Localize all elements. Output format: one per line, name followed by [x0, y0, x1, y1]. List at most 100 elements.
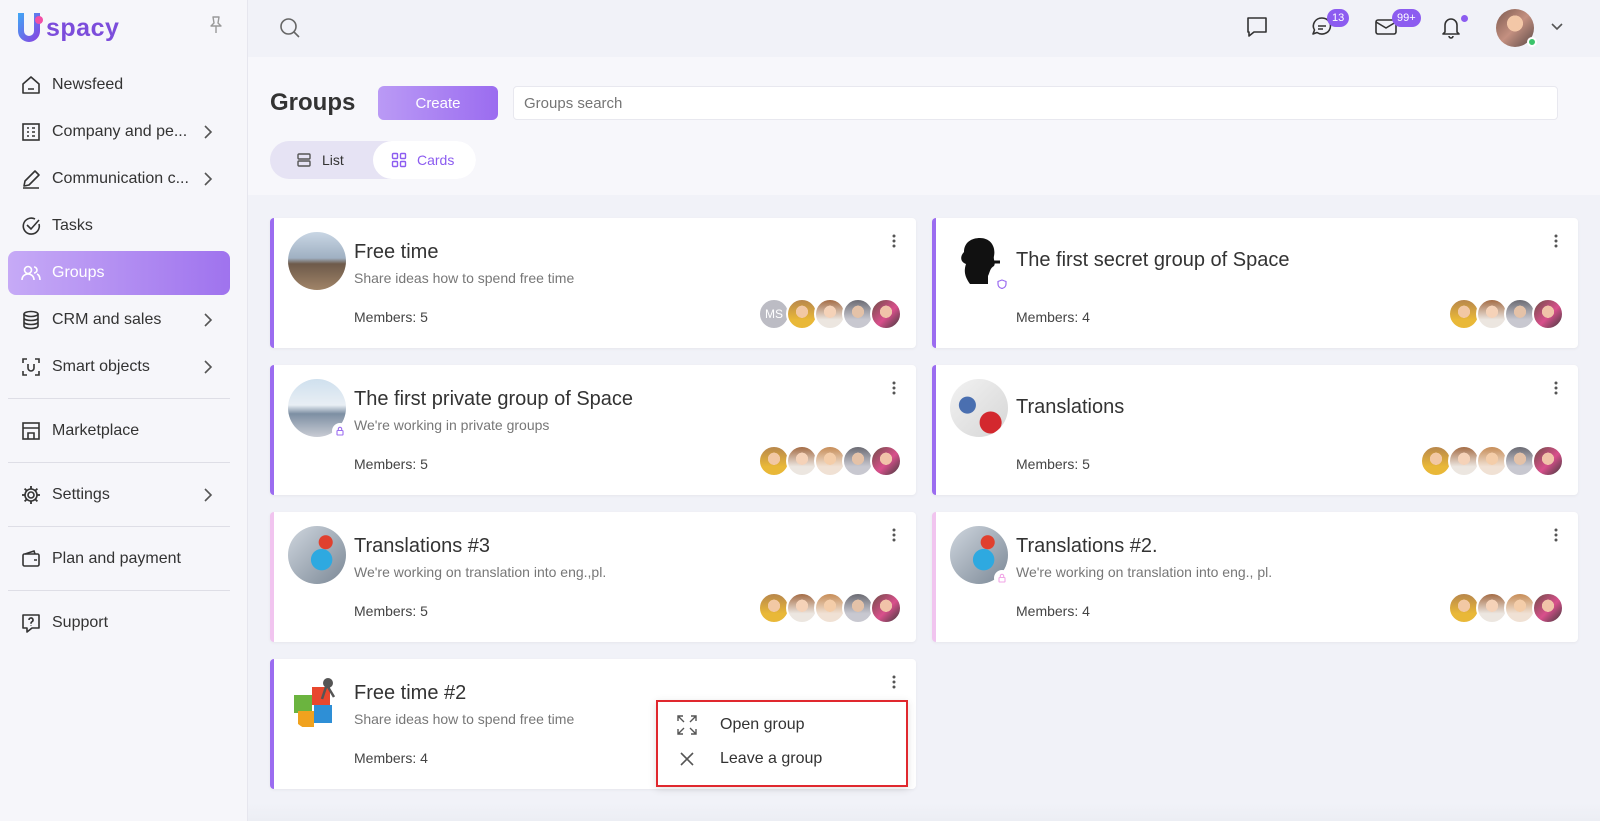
- sidebar-item-label: Company and pe...: [52, 123, 188, 140]
- member-avatars[interactable]: [758, 592, 902, 626]
- wallet-icon: [20, 548, 42, 570]
- gear-icon: [20, 484, 42, 506]
- sidebar-item-company[interactable]: Company and pe...: [8, 110, 230, 154]
- logo[interactable]: spacy: [14, 10, 119, 46]
- page-title: Groups: [270, 89, 356, 116]
- view-list-button[interactable]: List: [296, 141, 344, 179]
- group-title[interactable]: Translations #2.: [1016, 535, 1158, 558]
- messages-badge: 13: [1327, 9, 1350, 27]
- group-card[interactable]: Translations #2. We're working on transl…: [932, 512, 1578, 642]
- sidebar-nav: Newsfeed Company and pe... Communication…: [8, 63, 230, 648]
- group-members-count: Members: 4: [1016, 309, 1090, 325]
- member-avatars[interactable]: MS: [758, 298, 902, 332]
- expand-icon: [677, 715, 697, 735]
- group-card[interactable]: Translations #3 We're working on transla…: [270, 512, 916, 642]
- group-title[interactable]: Translations: [1016, 396, 1124, 419]
- logo-text: spacy: [46, 13, 120, 42]
- pin-icon[interactable]: [208, 16, 224, 34]
- group-description: Share ideas how to spend free time: [354, 711, 575, 727]
- sidebar-item-label: Newsfeed: [52, 76, 124, 93]
- users-icon: [20, 262, 42, 284]
- topbar: 13 99+: [248, 0, 1600, 57]
- member-avatar: [1532, 298, 1564, 330]
- group-members-count: Members: 5: [354, 456, 428, 472]
- online-status-dot: [1527, 37, 1537, 47]
- view-toggle: List Cards: [270, 141, 476, 179]
- sidebar-item-label: CRM and sales: [52, 311, 162, 328]
- bottom-shade: [248, 803, 1600, 821]
- sidebar-item-plan[interactable]: Plan and payment: [8, 537, 230, 581]
- sidebar: spacy Newsfeed Company and pe... Communi…: [0, 0, 248, 821]
- group-title[interactable]: The first secret group of Space: [1016, 249, 1289, 272]
- sidebar-item-label: Tasks: [52, 217, 93, 234]
- more-vertical-icon[interactable]: [886, 379, 902, 397]
- group-members-count: Members: 4: [1016, 603, 1090, 619]
- sidebar-item-communication[interactable]: Communication c...: [8, 157, 230, 201]
- group-card[interactable]: Translations Members: 5: [932, 365, 1578, 495]
- leave-group-menu-item[interactable]: Leave a group: [676, 747, 822, 771]
- open-group-menu-item[interactable]: Open group: [676, 713, 805, 737]
- lock-icon: [332, 423, 348, 439]
- more-vertical-icon[interactable]: [886, 232, 902, 250]
- group-description: We're working in private groups: [354, 417, 550, 433]
- member-avatars[interactable]: [1420, 445, 1564, 479]
- chevron-right-icon: [204, 360, 213, 374]
- view-list-label: List: [322, 152, 344, 168]
- sidebar-item-marketplace[interactable]: Marketplace: [8, 409, 230, 453]
- groups-search-input[interactable]: [513, 86, 1558, 120]
- chevron-right-icon: [204, 313, 213, 327]
- chat-icon[interactable]: [1244, 14, 1270, 40]
- lock-icon: [994, 570, 1010, 586]
- sidebar-item-groups[interactable]: Groups: [8, 251, 230, 295]
- group-title[interactable]: Translations #3: [354, 535, 490, 558]
- more-vertical-icon[interactable]: [886, 526, 902, 544]
- member-avatars[interactable]: [1448, 592, 1564, 626]
- sidebar-item-label: Smart objects: [52, 358, 150, 375]
- sidebar-divider: [8, 590, 230, 591]
- sidebar-item-smart-objects[interactable]: Smart objects: [8, 345, 230, 389]
- group-title[interactable]: Free time #2: [354, 682, 466, 705]
- member-avatars[interactable]: [1448, 298, 1564, 332]
- member-avatars[interactable]: [758, 445, 902, 479]
- create-button[interactable]: Create: [378, 86, 498, 120]
- more-vertical-icon[interactable]: [886, 673, 902, 691]
- member-avatar: [870, 298, 902, 330]
- group-members-count: Members: 5: [1016, 456, 1090, 472]
- group-card[interactable]: Free time Share ideas how to spend free …: [270, 218, 916, 348]
- group-members-count: Members: 5: [354, 603, 428, 619]
- chevron-right-icon: [204, 488, 213, 502]
- more-vertical-icon[interactable]: [1548, 526, 1564, 544]
- sidebar-item-label: Groups: [52, 264, 105, 281]
- member-avatar: [1532, 445, 1564, 477]
- sidebar-item-newsfeed[interactable]: Newsfeed: [8, 63, 230, 107]
- sidebar-item-label: Communication c...: [52, 170, 189, 187]
- scan-icon: [20, 356, 42, 378]
- group-context-menu: Open group Leave a group: [656, 700, 908, 787]
- group-avatar: [288, 232, 346, 290]
- group-card[interactable]: The first private group of Space We're w…: [270, 365, 916, 495]
- group-title[interactable]: Free time: [354, 241, 438, 264]
- group-description: We're working on translation into eng.,p…: [354, 564, 607, 580]
- more-vertical-icon[interactable]: [1548, 379, 1564, 397]
- chevron-down-icon[interactable]: [1550, 20, 1564, 34]
- sidebar-item-label: Marketplace: [52, 422, 140, 439]
- sidebar-item-support[interactable]: Support: [8, 601, 230, 645]
- search-icon[interactable]: [278, 16, 302, 40]
- group-avatar: [950, 379, 1008, 437]
- sidebar-divider: [8, 398, 230, 399]
- more-vertical-icon[interactable]: [1548, 232, 1564, 250]
- sidebar-item-tasks[interactable]: Tasks: [8, 204, 230, 248]
- view-cards-button[interactable]: Cards: [373, 141, 476, 179]
- sidebar-item-crm[interactable]: CRM and sales: [8, 298, 230, 342]
- secret-group-icon: [994, 276, 1010, 292]
- sidebar-item-label: Settings: [52, 486, 110, 503]
- sidebar-item-label: Support: [52, 614, 109, 631]
- communication-icon: [20, 168, 42, 190]
- group-description: We're working on translation into eng., …: [1016, 564, 1273, 580]
- group-card[interactable]: The first secret group of Space Members:…: [932, 218, 1578, 348]
- sidebar-item-settings[interactable]: Settings: [8, 473, 230, 517]
- group-members-count: Members: 4: [354, 750, 428, 766]
- store-icon: [20, 420, 42, 442]
- group-title[interactable]: The first private group of Space: [354, 388, 633, 411]
- logo-mark-icon: [18, 13, 43, 42]
